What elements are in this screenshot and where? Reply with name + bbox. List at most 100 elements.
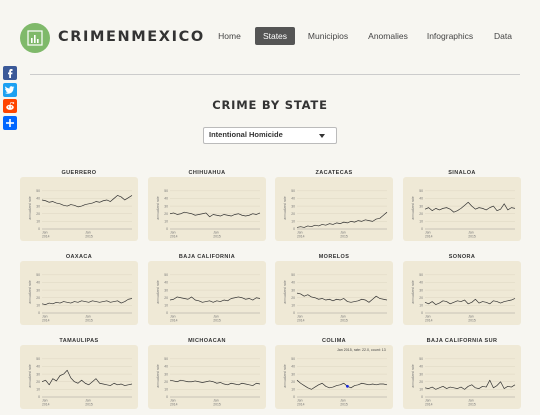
nav-anomalies[interactable]: Anomalies (366, 27, 410, 45)
line-chart-svg: 50403020100annualized rateJan2014Jan2015 (28, 189, 133, 239)
line-chart-svg: 50403020100annualized rateJan2014Jan2015 (156, 189, 261, 239)
facebook-share-button[interactable] (3, 66, 17, 80)
chevron-down-icon (319, 134, 325, 138)
y-tick-label: 50 (291, 189, 295, 193)
state-chart[interactable]: 50 40 30 20 10 0 annualized rate Jan 2014 Jan 2015 (148, 345, 266, 409)
y-tick-label: 20 (36, 296, 40, 300)
y-tick-label: 0 (166, 227, 168, 231)
state-chart[interactable]: 50 40 30 20 10 0 annualized rate Jan 2014 Jan 2015 (148, 261, 266, 325)
state-chart[interactable]: 50 40 30 20 10 0 annualized rate Jan 2014 Jan 2015 (148, 177, 266, 241)
y-tick-label: 20 (36, 212, 40, 216)
y-tick-label: 10 (419, 304, 423, 308)
y-tick-label: 50 (419, 357, 423, 361)
y-tick-label: 0 (38, 311, 40, 315)
series-line[interactable] (424, 201, 516, 213)
series-line[interactable] (169, 211, 261, 218)
y-tick-label: 50 (291, 273, 295, 277)
state-chart[interactable]: 50 40 30 20 10 0 annualized rate Jan 2014 Jan 2015 (20, 261, 138, 325)
state-chart[interactable]: 50 40 30 20 10 0 annualized rate Jan 2014 Jan 2015 (20, 177, 138, 241)
x-tick-year: 2015 (85, 319, 93, 323)
series-line[interactable] (41, 195, 133, 208)
y-tick-label: 10 (291, 220, 295, 224)
series-line[interactable] (169, 379, 261, 386)
series-line[interactable] (41, 298, 133, 305)
y-tick-label: 30 (291, 288, 295, 292)
y-tick-label: 20 (419, 296, 423, 300)
state-chart[interactable]: 50 40 30 20 10 0 annualized rate Jan 2014 Jan 2015… (275, 345, 393, 409)
y-tick-label: 20 (291, 296, 295, 300)
state-chart[interactable]: 50 40 30 20 10 0 annualized rate Jan 2014 Jan 2015 (403, 177, 521, 241)
y-tick-label: 20 (291, 380, 295, 384)
x-tick-year: 2015 (213, 403, 221, 407)
y-tick-label: 0 (293, 227, 295, 231)
y-axis-label: annualized rate (28, 196, 32, 219)
header: CRIMENMEXICO Home States Municipios Anom… (0, 0, 540, 75)
y-axis-label: annualized rate (28, 280, 32, 303)
state-chart[interactable]: 50 40 30 20 10 0 annualized rate Jan 2014 Jan 2015 (403, 345, 521, 409)
nav-infographics[interactable]: Infographics (426, 27, 474, 45)
twitter-share-button[interactable] (3, 83, 17, 97)
y-tick-label: 10 (291, 304, 295, 308)
y-tick-label: 10 (419, 388, 423, 392)
crime-type-select[interactable]: Intentional Homicide (203, 127, 337, 144)
y-tick-label: 0 (38, 395, 40, 399)
y-tick-label: 40 (419, 197, 423, 201)
x-tick-year: 2015 (213, 235, 221, 239)
header-divider (30, 74, 520, 75)
series-line[interactable] (41, 369, 133, 386)
line-chart-svg: 50403020100annualized rateJan2014Jan2015 (283, 273, 388, 323)
x-tick-year: 2015 (468, 403, 476, 407)
y-tick-label: 20 (36, 380, 40, 384)
nav-data[interactable]: Data (490, 27, 516, 45)
series-line[interactable] (424, 298, 516, 305)
x-tick-year: 2014 (297, 403, 305, 407)
main-nav: Home States Municipios Anomalies Infogra… (0, 27, 540, 47)
y-tick-label: 50 (419, 189, 423, 193)
series-line[interactable] (296, 211, 388, 228)
line-chart-svg: 50403020100annualized rateJan2014Jan2015 (411, 273, 516, 323)
y-axis-label: annualized rate (283, 364, 287, 387)
y-tick-label: 20 (164, 296, 168, 300)
y-tick-label: 20 (419, 212, 423, 216)
nav-municipios[interactable]: Municipios (306, 27, 350, 45)
state-chart-title: BAJA CALIFORNIA (178, 254, 236, 260)
page-title: CRIME BY STATE (212, 98, 328, 112)
x-tick-year: 2015 (85, 403, 93, 407)
line-chart-svg: 50403020100annualized rateJan2014Jan2015 (411, 357, 516, 407)
x-tick-year: 2015 (340, 319, 348, 323)
y-tick-label: 30 (419, 288, 423, 292)
nav-home[interactable]: Home (216, 27, 243, 45)
state-chart[interactable]: 50 40 30 20 10 0 annualized rate Jan 2014 Jan 2015 (275, 177, 393, 241)
y-axis-label: annualized rate (156, 196, 160, 219)
highlighted-point[interactable] (346, 384, 349, 388)
x-tick-year: 2014 (297, 235, 305, 239)
y-axis-label: annualized rate (28, 364, 32, 387)
state-chart[interactable]: 50 40 30 20 10 0 annualized rate Jan 2014 Jan 2015 (403, 261, 521, 325)
x-tick-year: 2015 (340, 403, 348, 407)
state-chart[interactable]: 50 40 30 20 10 0 annualized rate Jan 2014 Jan 2015 (20, 345, 138, 409)
y-axis-label: annualized rate (156, 280, 160, 303)
y-tick-label: 10 (164, 304, 168, 308)
state-chart-title: CHIHUAHUA (188, 170, 226, 176)
y-tick-label: 0 (421, 311, 423, 315)
y-tick-label: 10 (36, 220, 40, 224)
y-axis-label: annualized rate (411, 196, 415, 219)
x-tick-year: 2014 (425, 235, 433, 239)
add-share-button[interactable] (3, 116, 17, 130)
state-chart-title: TAMAULIPAS (59, 338, 99, 344)
y-tick-label: 50 (164, 189, 168, 193)
y-axis-label: annualized rate (283, 280, 287, 303)
nav-states[interactable]: States (255, 27, 295, 45)
y-tick-label: 0 (293, 311, 295, 315)
state-chart-title: SONORA (448, 254, 476, 260)
y-axis-label: annualized rate (283, 196, 287, 219)
y-tick-label: 0 (38, 227, 40, 231)
y-tick-label: 10 (36, 388, 40, 392)
state-chart[interactable]: 50 40 30 20 10 0 annualized rate Jan 2014 Jan 2015 (275, 261, 393, 325)
x-tick-year: 2015 (468, 319, 476, 323)
y-tick-label: 30 (164, 372, 168, 376)
y-tick-label: 50 (291, 357, 295, 361)
state-chart-title: OAXACA (65, 254, 93, 260)
y-tick-label: 30 (419, 372, 423, 376)
x-tick-year: 2014 (425, 319, 433, 323)
